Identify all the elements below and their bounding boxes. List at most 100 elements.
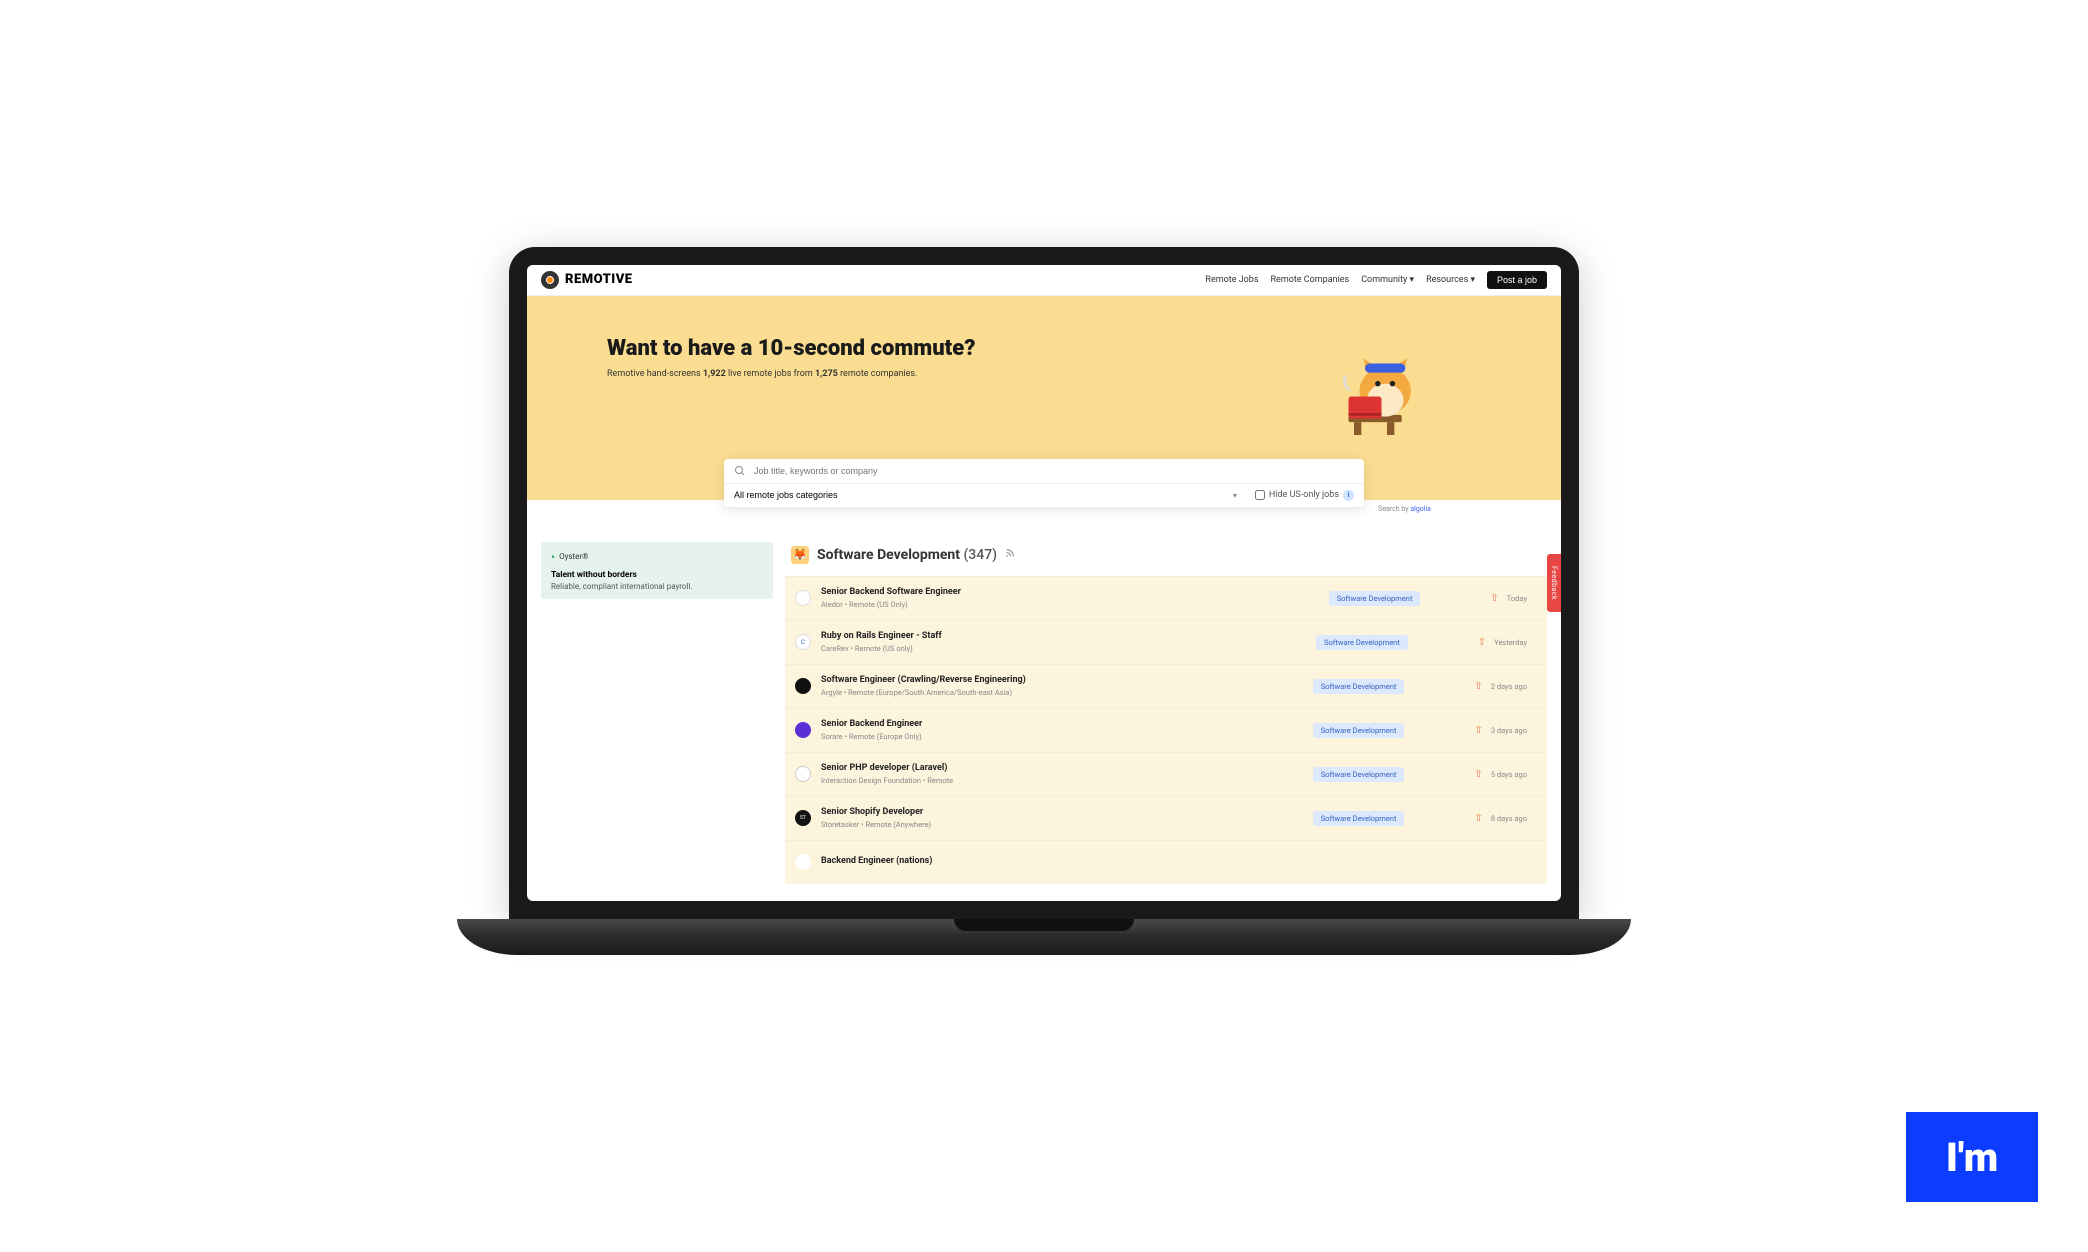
job-info: Ruby on Rails Engineer - Staff CareRev •… [821, 631, 1316, 653]
category-select[interactable]: All remote jobs categories [734, 490, 1247, 500]
hide-us-only-toggle[interactable]: Hide US-only jobs i [1255, 490, 1354, 501]
sponsor-card[interactable]: Oyster® Talent without borders Reliable,… [541, 542, 773, 599]
job-right: ⇧ 2 days ago [1474, 681, 1527, 692]
job-right: ⇧ Yesterday [1478, 637, 1527, 648]
job-title: Backend Engineer (nations) [821, 856, 1527, 866]
job-posted-time: Today [1507, 594, 1527, 603]
job-posted-time: 8 days ago [1491, 814, 1527, 823]
job-title: Senior PHP developer (Laravel) [821, 763, 1313, 773]
job-right: ⇧ Today [1490, 593, 1527, 604]
job-title: Senior Shopify Developer [821, 807, 1313, 817]
laptop-mockup: REMOTIVE Remote Jobs Remote Companies Co… [509, 247, 1579, 955]
algolia-attribution: Search by algolia [1378, 505, 1431, 513]
job-info: Backend Engineer (nations) [821, 856, 1527, 869]
company-logo: C [795, 634, 811, 650]
job-title: Senior Backend Engineer [821, 719, 1313, 729]
laptop-screen: REMOTIVE Remote Jobs Remote Companies Co… [527, 265, 1561, 901]
job-list: Senior Backend Software Engineer Aledor … [785, 576, 1547, 884]
category-icon: 🦊 [791, 546, 809, 564]
job-card[interactable]: Backend Engineer (nations) [785, 840, 1547, 884]
job-category-tag[interactable]: Software Development [1316, 635, 1408, 650]
job-info: Senior Shopify Developer Storetasker • R… [821, 807, 1313, 829]
nav-remote-jobs[interactable]: Remote Jobs [1205, 275, 1258, 285]
job-meta: Storetasker • Remote (Anywhere) [821, 820, 1313, 829]
sponsor-name: Oyster® [551, 550, 763, 564]
job-card[interactable]: Senior Backend Software Engineer Aledor … [785, 576, 1547, 620]
job-posted-time: 2 days ago [1491, 682, 1527, 691]
share-icon[interactable]: ⇧ [1474, 769, 1482, 780]
jobs-main: 🦊 Software Development (347) Senior Back… [785, 542, 1547, 884]
job-posted-time: 5 days ago [1491, 770, 1527, 779]
job-category-tag[interactable]: Software Development [1313, 811, 1405, 826]
job-posted-time: 3 days ago [1491, 726, 1527, 735]
category-header: 🦊 Software Development (347) [785, 542, 1547, 576]
job-info: Software Engineer (Crawling/Reverse Engi… [821, 675, 1313, 697]
search-row-filters: All remote jobs categories ▾ Hide US-onl… [724, 484, 1364, 507]
laptop-notch [954, 919, 1134, 931]
search-row-keywords [724, 459, 1364, 484]
chevron-down-icon: ▾ [1233, 491, 1237, 500]
hide-us-label: Hide US-only jobs [1269, 490, 1339, 500]
job-right: ⇧ 5 days ago [1474, 769, 1527, 780]
share-icon[interactable]: ⇧ [1478, 637, 1486, 648]
sponsor-sub: Reliable, compliant international payrol… [551, 582, 763, 591]
site-header: REMOTIVE Remote Jobs Remote Companies Co… [527, 265, 1561, 296]
job-meta: Argyle • Remote (Europe/South America/So… [821, 688, 1313, 697]
job-info: Senior Backend Software Engineer Aledor … [821, 587, 1329, 609]
hero-text: Want to have a 10-second commute? Remoti… [607, 336, 975, 379]
job-card[interactable]: Senior Backend Engineer Sorare • Remote … [785, 708, 1547, 752]
job-right: ⇧ 3 days ago [1474, 725, 1527, 736]
share-icon[interactable]: ⇧ [1474, 681, 1482, 692]
company-logo: ST [795, 810, 811, 826]
job-title: Ruby on Rails Engineer - Staff [821, 631, 1316, 641]
company-logo [795, 854, 811, 870]
remotive-logo-icon [541, 271, 559, 289]
body-columns: Oyster® Talent without borders Reliable,… [527, 500, 1561, 884]
brand-name: REMOTIVE [565, 272, 633, 287]
job-right: ⇧ 8 days ago [1474, 813, 1527, 824]
company-logo [795, 766, 811, 782]
job-card[interactable]: ST Senior Shopify Developer Storetasker … [785, 796, 1547, 840]
hide-us-checkbox[interactable] [1255, 490, 1265, 500]
feedback-tab[interactable]: Feedback [1547, 554, 1561, 612]
main-nav: Remote Jobs Remote Companies Community ▾… [1205, 271, 1547, 289]
share-icon[interactable]: ⇧ [1474, 725, 1482, 736]
job-category-tag[interactable]: Software Development [1313, 767, 1405, 782]
category-title: Software Development (347) [817, 547, 997, 563]
search-input[interactable] [754, 466, 1354, 476]
job-category-tag[interactable]: Software Development [1313, 679, 1405, 694]
laptop-bezel: REMOTIVE Remote Jobs Remote Companies Co… [509, 247, 1579, 919]
brand-logo[interactable]: REMOTIVE [541, 271, 633, 289]
category-select-wrap[interactable]: All remote jobs categories ▾ [734, 490, 1247, 500]
hero-subtitle: Remotive hand-screens 1,922 live remote … [607, 369, 975, 379]
mascot-illustration [1321, 336, 1431, 446]
nav-resources[interactable]: Resources ▾ [1426, 275, 1475, 285]
share-icon[interactable]: ⇧ [1490, 593, 1498, 604]
job-category-tag[interactable]: Software Development [1313, 723, 1405, 738]
sponsor-headline: Talent without borders [551, 570, 763, 580]
post-job-button[interactable]: Post a job [1487, 271, 1547, 289]
job-category-tag[interactable]: Software Development [1329, 591, 1421, 606]
job-posted-time: Yesterday [1494, 638, 1527, 647]
job-info: Senior PHP developer (Laravel) Interacti… [821, 763, 1313, 785]
job-title: Senior Backend Software Engineer [821, 587, 1329, 597]
job-card[interactable]: Software Engineer (Crawling/Reverse Engi… [785, 664, 1547, 708]
hero-title: Want to have a 10-second commute? [607, 336, 975, 361]
job-meta: Interaction Design Foundation • Remote [821, 776, 1313, 785]
nav-community[interactable]: Community ▾ [1361, 275, 1414, 285]
laptop-base [457, 919, 1631, 955]
job-card[interactable]: Senior PHP developer (Laravel) Interacti… [785, 752, 1547, 796]
company-logo [795, 722, 811, 738]
company-logo [795, 590, 811, 606]
job-title: Software Engineer (Crawling/Reverse Engi… [821, 675, 1313, 685]
rss-icon[interactable] [1005, 548, 1015, 561]
job-meta: CareRev • Remote (US only) [821, 644, 1316, 653]
job-info: Senior Backend Engineer Sorare • Remote … [821, 719, 1313, 741]
nav-remote-companies[interactable]: Remote Companies [1271, 275, 1350, 285]
company-logo [795, 678, 811, 694]
share-icon[interactable]: ⇧ [1474, 813, 1482, 824]
corner-badge: I'm [1906, 1112, 2038, 1202]
job-card[interactable]: C Ruby on Rails Engineer - Staff CareRev… [785, 620, 1547, 664]
job-meta: Aledor • Remote (US Only) [821, 600, 1329, 609]
info-icon[interactable]: i [1343, 490, 1354, 501]
